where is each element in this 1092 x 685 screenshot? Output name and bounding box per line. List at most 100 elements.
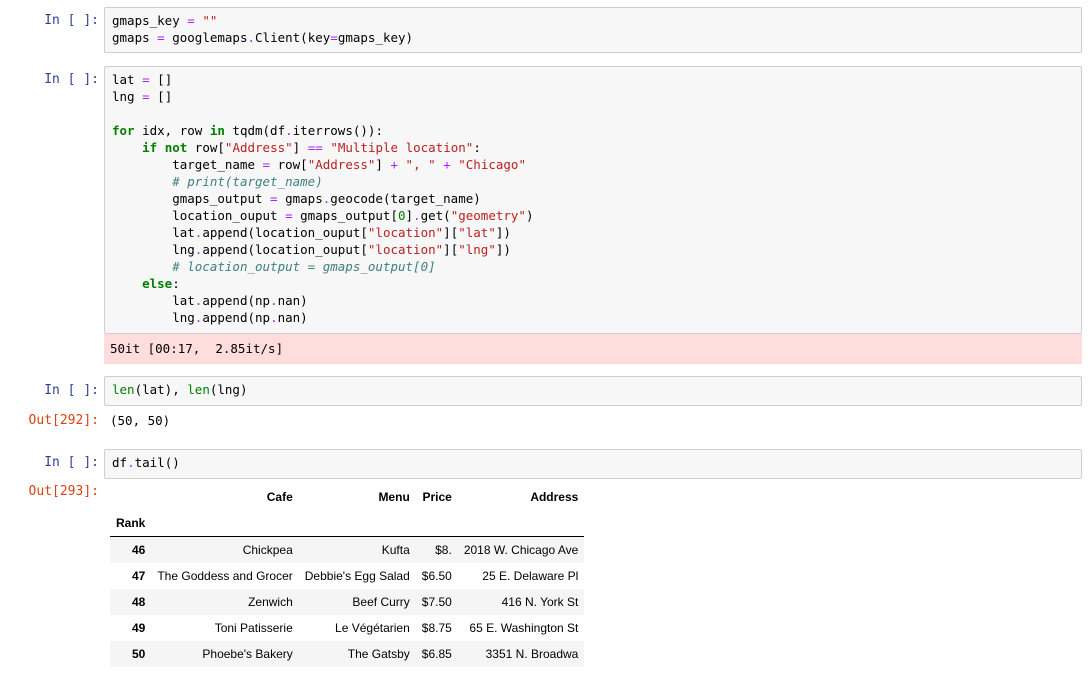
cell-address: 2018 W. Chicago Ave <box>457 536 585 563</box>
code-token: ][ <box>443 225 459 240</box>
cell-menu: The Gatsby <box>347 647 410 661</box>
cell-cafe: Zenwich <box>248 595 293 609</box>
code-token: = <box>262 157 271 172</box>
code-token: ) <box>525 208 534 223</box>
code-token: location_ouput <box>112 208 286 223</box>
code-token: + <box>390 157 399 172</box>
cell-3-code-input[interactable]: len(lat), len(lng) <box>104 376 1082 406</box>
cell-3-prompt: In [ ]: <box>44 383 99 398</box>
blank-cell <box>299 510 416 537</box>
code-token: = <box>285 208 293 223</box>
code-token: nan) <box>277 293 308 308</box>
code-token: : <box>473 140 481 155</box>
code-token: = <box>142 72 150 87</box>
code-token: lat <box>112 293 195 308</box>
cell-cafe: The Goddess and Grocer <box>157 569 293 583</box>
code-area[interactable]: len(lat), len(lng) <box>105 377 1081 402</box>
code-token: . <box>127 455 135 470</box>
code-token: [] <box>149 72 173 87</box>
column-header: Address <box>530 490 579 504</box>
code-token: gmaps <box>277 191 323 206</box>
index-name-row: Rank <box>110 510 584 537</box>
code-token: == <box>307 140 323 155</box>
code-token: else <box>142 276 173 291</box>
cell-address: 416 N. York St <box>501 595 579 609</box>
cell-price: $8.75 <box>421 621 452 635</box>
dataframe-table: Cafe Menu Price Address Rank 46 Chickpea… <box>110 484 585 667</box>
code-token: ] <box>375 157 391 172</box>
code-token: ]) <box>495 242 511 257</box>
code-line: # print(target_name) <box>112 173 1074 190</box>
table-row: 49 Toni Patisserie Le Végétarien $8.75 6… <box>110 615 584 641</box>
code-token: = <box>157 30 165 45</box>
code-token: (lng) <box>209 382 248 397</box>
code-token: df <box>112 455 128 470</box>
code-token: googlemaps <box>164 30 248 45</box>
blank-cell <box>416 510 458 537</box>
code-line: lng = [] <box>112 88 1074 105</box>
code-token: gmaps_output[ <box>292 208 398 223</box>
code-token: : <box>172 276 180 291</box>
code-token: = <box>187 13 195 28</box>
cell-1-code-input[interactable]: gmaps_key = "" gmaps = googlemaps.Client(… <box>104 7 1082 53</box>
table-row: 47 The Goddess and Grocer Debbie's Egg S… <box>110 563 584 589</box>
code-area[interactable]: gmaps_key = "" gmaps = googlemaps.Client(… <box>105 8 1081 50</box>
code-token: # location_output = gmaps_output[0] <box>172 259 436 274</box>
code-token: if <box>142 140 158 155</box>
cell-2-code-input[interactable]: lat = [] lng = [] for idx, row in tqdm(df.… <box>104 66 1082 334</box>
code-token: . <box>247 30 256 45</box>
code-area[interactable]: lat = [] lng = [] for idx, row in tqdm(df.… <box>105 67 1081 330</box>
code-line: gmaps_output = gmaps.geocode(target_name… <box>112 190 1074 207</box>
code-line: gmaps_key = "" <box>112 12 1074 29</box>
blank-cell <box>151 510 298 537</box>
code-token: . <box>285 123 293 138</box>
code-line: gmaps = googlemaps.Client(key=gmaps_key) <box>112 29 1074 46</box>
cell-menu: Debbie's Egg Salad <box>304 569 410 583</box>
cell-4-code-input[interactable]: df.tail() <box>104 449 1082 479</box>
row-index: 47 <box>131 569 146 583</box>
column-header: Price <box>422 490 452 504</box>
cell-4-out-prompt: Out[293]: <box>28 484 99 499</box>
table-row: 48 Zenwich Beef Curry $7.50 416 N. York … <box>110 589 585 615</box>
code-token: gmaps_output <box>112 191 271 206</box>
code-token: len <box>112 382 135 397</box>
row-index: 46 <box>110 536 152 563</box>
cell-1-prompt: In [ ]: <box>44 13 99 28</box>
code-token: "lng" <box>458 242 496 257</box>
code-line: # location_output = gmaps_output[0] <box>112 258 1074 275</box>
row-index: 49 <box>131 621 146 635</box>
code-token: . <box>270 293 278 308</box>
code-area[interactable]: df.tail() <box>105 450 1081 475</box>
cell-2-stderr-output: 50it [00:17, 2.85it/s] <box>104 334 1082 364</box>
code-token: "geometry" <box>450 208 526 223</box>
code-line: lat = [] <box>112 71 1074 88</box>
cell-price: $6.85 <box>421 647 452 661</box>
code-token: row[ <box>187 140 225 155</box>
code-token: ] <box>292 140 308 155</box>
code-line: for idx, row in tqdm(df.iterrows()): <box>112 122 1074 139</box>
code-token: lng <box>112 310 195 325</box>
code-line: location_ouput = gmaps_output[0].get("ge… <box>112 207 1074 224</box>
code-token: append(np <box>202 310 271 325</box>
table-row: 46 Chickpea Kufta $8. 2018 W. Chicago Av… <box>110 536 585 563</box>
code-token: . <box>413 208 421 223</box>
cell-cafe: Phoebe's Bakery <box>202 647 293 661</box>
code-token: (lat), <box>134 382 188 397</box>
code-token: not <box>164 140 188 155</box>
cell-menu: Beef Curry <box>352 595 410 609</box>
code-token: for <box>112 123 135 138</box>
code-line: len(lat), len(lng) <box>112 381 1074 398</box>
code-line: lng.append(np.nan) <box>112 309 1074 326</box>
code-token: row[ <box>270 157 308 172</box>
cell-3-output-text: (50, 50) <box>110 413 171 428</box>
code-token: [] <box>149 89 173 104</box>
code-token: lat <box>112 72 143 87</box>
cell-4-prompt: In [ ]: <box>44 455 99 470</box>
code-token: "Chicago" <box>458 157 526 172</box>
